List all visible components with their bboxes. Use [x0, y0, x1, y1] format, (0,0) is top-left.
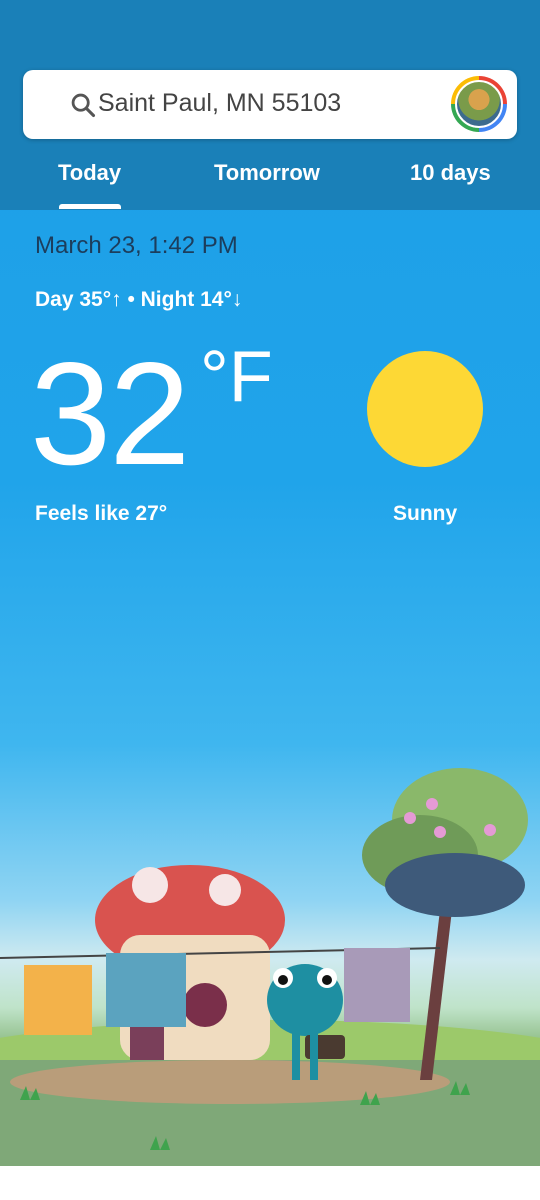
search-location-text[interactable]: Saint Paul, MN 55103: [98, 89, 341, 118]
account-avatar[interactable]: [451, 76, 507, 132]
weather-illustration: [0, 768, 540, 1180]
bottom-bar: [0, 1166, 540, 1200]
temperature-unit: °F: [200, 337, 273, 417]
tab-today[interactable]: Today: [58, 160, 121, 186]
search-icon[interactable]: [69, 91, 97, 119]
sun-icon: [367, 351, 483, 467]
current-temperature: 32: [30, 332, 190, 495]
date-time: March 23, 1:42 PM: [35, 232, 238, 259]
day-night-temps: Day 35°↑ • Night 14°↓: [35, 288, 243, 311]
tab-10-days[interactable]: 10 days: [410, 160, 491, 186]
avatar-image: [455, 80, 503, 128]
header: Saint Paul, MN 55103 Today Tomorrow 10 d…: [0, 0, 540, 210]
feels-like: Feels like 27°: [35, 502, 168, 525]
tab-tomorrow[interactable]: Tomorrow: [214, 160, 320, 186]
search-bar[interactable]: Saint Paul, MN 55103: [23, 70, 517, 139]
condition-label: Sunny: [393, 502, 458, 525]
active-tab-indicator: [59, 204, 121, 209]
weather-app: Saint Paul, MN 55103 Today Tomorrow 10 d…: [0, 0, 540, 1200]
